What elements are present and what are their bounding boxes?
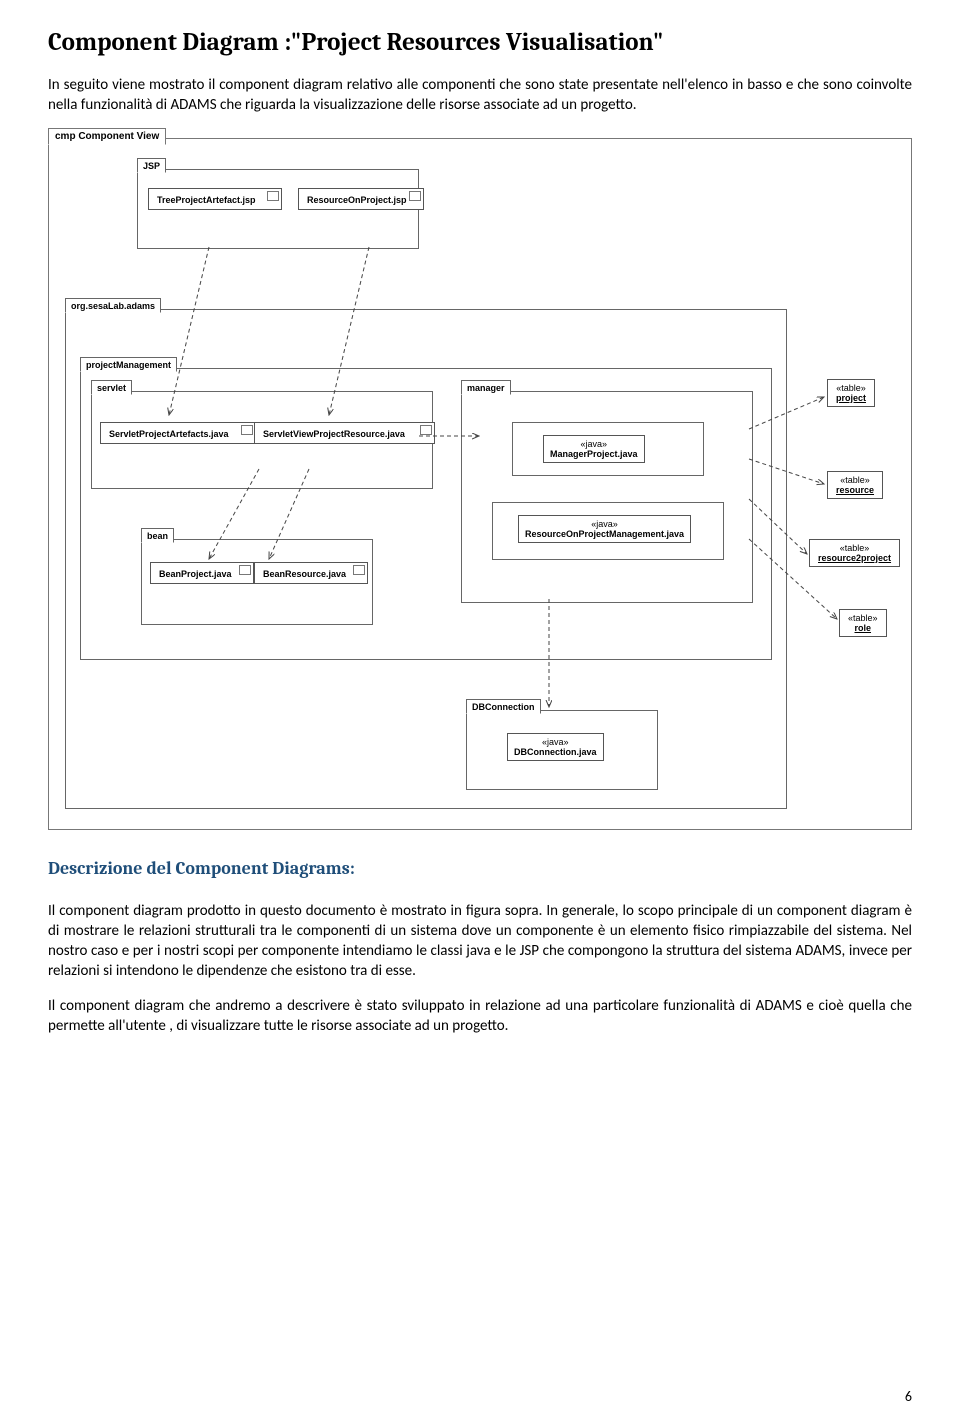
comp-resourcemgmt-wrap: «java» ResourceOnProjectManagement.java bbox=[492, 502, 724, 560]
pkg-bean: bean BeanProject.java BeanResource.java bbox=[141, 539, 373, 625]
table-role: «table» role bbox=[839, 609, 887, 637]
page-title: Component Diagram :"Project Resources Vi… bbox=[48, 28, 912, 57]
page-number: 6 bbox=[905, 1388, 912, 1405]
body-paragraph-2: Il component diagram che andremo a descr… bbox=[48, 996, 912, 1037]
pkg-projectmanagement: projectManagement servlet ServletProject… bbox=[80, 368, 772, 660]
class-managerproject: «java» ManagerProject.java bbox=[543, 435, 645, 463]
diagram-tab: cmp Component View bbox=[48, 128, 166, 145]
table-resource2project: «table» resource2project bbox=[809, 539, 900, 567]
table-role-name: role bbox=[848, 623, 878, 633]
comp-managerproject-wrap: «java» ManagerProject.java bbox=[512, 422, 704, 476]
pkg-jsp-label: JSP bbox=[137, 158, 166, 173]
table-project-name: project bbox=[836, 393, 866, 403]
pkg-servlet-label: servlet bbox=[91, 380, 132, 395]
comp-resourceonproject-jsp: ResourceOnProject.jsp bbox=[298, 188, 424, 210]
class-resourcemgmt: «java» ResourceOnProjectManagement.java bbox=[518, 515, 691, 543]
pkg-manager: manager «java» ManagerProject.java «java… bbox=[461, 391, 753, 603]
pkg-adams: org.sesaLab.adams projectManagement serv… bbox=[65, 309, 787, 809]
table-resource: «table» resource bbox=[827, 471, 883, 499]
stereo-java: «java» bbox=[514, 737, 597, 747]
comp-beanresource: BeanResource.java bbox=[254, 562, 368, 584]
class-dbconnection: «java» DBConnection.java bbox=[507, 733, 604, 761]
stereo-table: «table» bbox=[848, 613, 878, 623]
table-project: «table» project bbox=[827, 379, 875, 407]
pkg-bean-label: bean bbox=[141, 528, 174, 543]
body-paragraph-1: Il component diagram prodotto in questo … bbox=[48, 901, 912, 982]
class-managerproject-name: ManagerProject.java bbox=[550, 449, 638, 459]
pkg-adams-label: org.sesaLab.adams bbox=[65, 298, 161, 313]
pkg-servlet: servlet ServletProjectArtefacts.java Ser… bbox=[91, 391, 433, 489]
table-r2p-name: resource2project bbox=[818, 553, 891, 563]
pkg-manager-label: manager bbox=[461, 380, 511, 395]
section-heading: Descrizione del Component Diagrams: bbox=[48, 858, 912, 879]
stereo-table: «table» bbox=[836, 475, 874, 485]
stereo-table: «table» bbox=[818, 543, 891, 553]
stereo-java: «java» bbox=[525, 519, 684, 529]
stereo-java: «java» bbox=[550, 439, 638, 449]
table-resource-name: resource bbox=[836, 485, 874, 495]
comp-servlet-artefacts: ServletProjectArtefacts.java bbox=[100, 422, 256, 444]
component-diagram: cmp Component View JSP TreeProjectArtefa… bbox=[48, 138, 912, 830]
pkg-dbconnection: DBConnection «java» DBConnection.java bbox=[466, 710, 658, 790]
pkg-pm-label: projectManagement bbox=[80, 357, 177, 372]
class-dbc-name: DBConnection.java bbox=[514, 747, 597, 757]
comp-beanproject: BeanProject.java bbox=[150, 562, 254, 584]
pkg-jsp: JSP TreeProjectArtefact.jsp ResourceOnPr… bbox=[137, 169, 419, 249]
comp-servlet-viewresource: ServletViewProjectResource.java bbox=[254, 422, 435, 444]
stereo-table: «table» bbox=[836, 383, 866, 393]
intro-paragraph: In seguito viene mostrato il component d… bbox=[48, 75, 912, 116]
pkg-dbc-label: DBConnection bbox=[466, 699, 541, 714]
class-resourcemgmt-name: ResourceOnProjectManagement.java bbox=[525, 529, 684, 539]
comp-tree-jsp: TreeProjectArtefact.jsp bbox=[148, 188, 282, 210]
